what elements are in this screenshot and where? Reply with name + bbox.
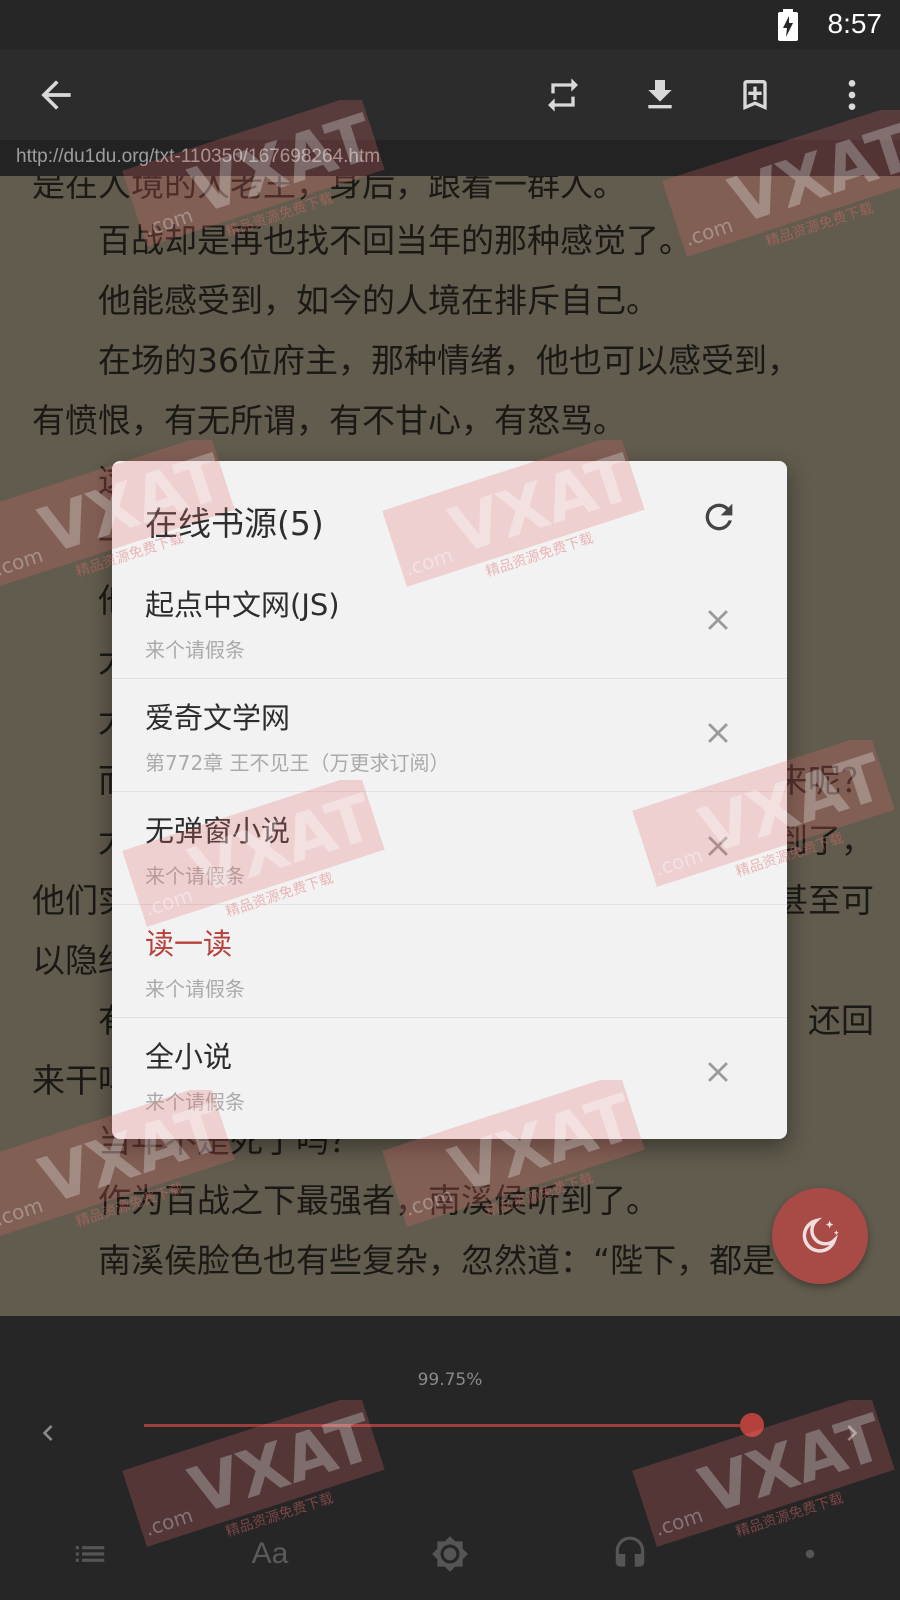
arrow-back-icon: [41, 80, 71, 110]
next-chapter-button[interactable]: [822, 1403, 882, 1463]
read-aloud-button[interactable]: [590, 1522, 670, 1586]
night-mode-button[interactable]: [772, 1188, 868, 1284]
battery-charging-icon: [778, 9, 798, 41]
source-name: 无弹窗小说: [145, 814, 291, 848]
headphones-icon: [615, 1536, 645, 1567]
online-sources-dialog: 在线书源(5) 起点中文网(JS) 来个请假条 爱奇文学网 第772章 王不见王…: [112, 461, 787, 1139]
add-bookmark-button[interactable]: [715, 50, 795, 140]
refresh-sources-button[interactable]: [687, 485, 751, 549]
list-icon: [75, 1546, 105, 1562]
close-icon: [708, 836, 728, 856]
bookmark-add-icon: [743, 80, 767, 110]
source-latest-chapter: 来个请假条: [145, 1090, 245, 1114]
settings-button[interactable]: [770, 1522, 850, 1586]
remove-source-button[interactable]: [690, 1044, 746, 1100]
source-name: 读一读: [145, 927, 233, 961]
chevron-right-icon: [847, 1425, 858, 1441]
source-item[interactable]: 起点中文网(JS) 来个请假条: [112, 566, 787, 679]
remove-source-button[interactable]: [690, 592, 746, 648]
font-button-label: Aa: [251, 1537, 289, 1570]
close-icon: [708, 723, 728, 743]
refresh-icon: [705, 503, 733, 531]
download-button[interactable]: [620, 50, 700, 140]
more-vert-icon: [848, 80, 856, 110]
close-icon: [708, 610, 728, 630]
catalog-button[interactable]: [50, 1522, 130, 1586]
chapter-progress-slider[interactable]: [144, 1424, 753, 1427]
change-source-button[interactable]: [523, 50, 603, 140]
brightness-button[interactable]: [410, 1522, 490, 1586]
remove-source-button[interactable]: [690, 818, 746, 874]
source-latest-chapter: 来个请假条: [145, 977, 245, 1001]
source-name: 全小说: [145, 1040, 233, 1074]
chevron-left-icon: [42, 1425, 53, 1441]
source-latest-chapter: 来个请假条: [145, 864, 245, 888]
download-icon: [648, 80, 672, 109]
brightness-icon: [432, 1536, 468, 1572]
back-button[interactable]: [16, 50, 96, 140]
source-item[interactable]: 无弹窗小说 来个请假条: [112, 792, 787, 905]
source-name: 起点中文网(JS): [145, 588, 340, 622]
source-item-current[interactable]: 读一读 来个请假条: [112, 905, 787, 1018]
font-settings-button[interactable]: Aa: [230, 1522, 310, 1586]
status-bar: 8:57: [0, 0, 900, 50]
settings-icon: [805, 1549, 815, 1559]
previous-chapter-button[interactable]: [18, 1403, 78, 1463]
more-options-button[interactable]: [812, 50, 892, 140]
source-latest-chapter: 来个请假条: [145, 638, 245, 662]
repeat-icon: [548, 78, 578, 112]
source-item[interactable]: 全小说 来个请假条: [112, 1018, 787, 1131]
source-item[interactable]: 爱奇文学网 第772章 王不见王（万更求订阅）: [112, 679, 787, 792]
moon-stars-icon: [802, 1217, 839, 1253]
dialog-title: 在线书源(5): [145, 504, 324, 543]
progress-label: 99.75%: [417, 1370, 483, 1390]
top-toolbar: [0, 50, 900, 140]
source-name: 爱奇文学网: [145, 701, 291, 735]
source-latest-chapter: 第772章 王不见王（万更求订阅）: [145, 751, 450, 775]
close-icon: [708, 1062, 728, 1082]
remove-source-button[interactable]: [690, 705, 746, 761]
status-time: 8:57: [827, 8, 883, 39]
